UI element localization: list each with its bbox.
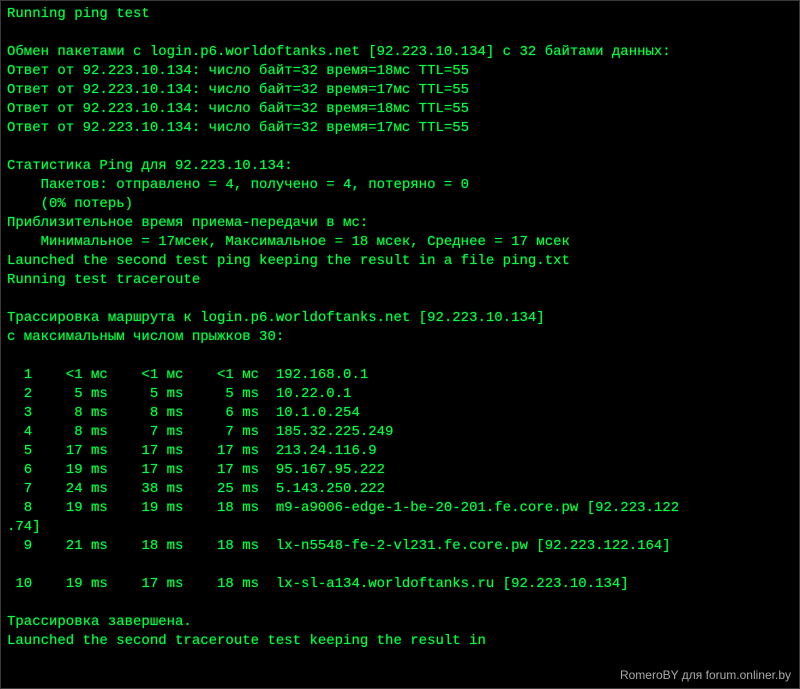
terminal-line: (0% потерь) [7,195,793,214]
terminal-line: 3 8 ms 8 ms 6 ms 10.1.0.254 [7,404,793,423]
terminal-line: Минимальное = 17мсек, Максимальное = 18 … [7,233,793,252]
terminal-output: Running ping test Обмен пакетами с login… [1,1,799,655]
terminal-line: Launched the second traceroute test keep… [7,632,793,651]
terminal-line: .74] [7,518,793,537]
terminal-line: Трассировка завершена. [7,613,793,632]
terminal-line: Пакетов: отправлено = 4, получено = 4, п… [7,176,793,195]
terminal-line: 10 19 ms 17 ms 18 ms lx-sl-a134.worldoft… [7,575,793,594]
terminal-line [7,138,793,157]
terminal-line: Running test traceroute [7,271,793,290]
terminal-line: Ответ от 92.223.10.134: число байт=32 вр… [7,119,793,138]
terminal-line: Ответ от 92.223.10.134: число байт=32 вр… [7,100,793,119]
terminal-line: 4 8 ms 7 ms 7 ms 185.32.225.249 [7,423,793,442]
terminal-line: Статистика Ping для 92.223.10.134: [7,157,793,176]
watermark-text: RomeroBY для forum.onliner.by [620,668,791,682]
terminal-line: Launched the second test ping keeping th… [7,252,793,271]
terminal-line [7,347,793,366]
terminal-line: 5 17 ms 17 ms 17 ms 213.24.116.9 [7,442,793,461]
terminal-line: Ответ от 92.223.10.134: число байт=32 вр… [7,62,793,81]
terminal-line: с максимальным числом прыжков 30: [7,328,793,347]
terminal-line: 1 <1 мс <1 мс <1 мс 192.168.0.1 [7,366,793,385]
terminal-line [7,24,793,43]
terminal-line [7,556,793,575]
terminal-line: 6 19 ms 17 ms 17 ms 95.167.95.222 [7,461,793,480]
terminal-line: 7 24 ms 38 ms 25 ms 5.143.250.222 [7,480,793,499]
terminal-line: Трассировка маршрута к login.p6.worldoft… [7,309,793,328]
terminal-line: 8 19 ms 19 ms 18 ms m9-a9006-edge-1-be-2… [7,499,793,518]
terminal-line: Обмен пакетами с login.p6.worldoftanks.n… [7,43,793,62]
terminal-line [7,594,793,613]
terminal-line: Running ping test [7,5,793,24]
terminal-line [7,290,793,309]
terminal-line: 9 21 ms 18 ms 18 ms lx-n5548-fe-2-vl231.… [7,537,793,556]
terminal-window: Running ping test Обмен пакетами с login… [0,0,800,689]
terminal-line: 2 5 ms 5 ms 5 ms 10.22.0.1 [7,385,793,404]
terminal-line: Ответ от 92.223.10.134: число байт=32 вр… [7,81,793,100]
terminal-line: Приблизительное время приема-передачи в … [7,214,793,233]
